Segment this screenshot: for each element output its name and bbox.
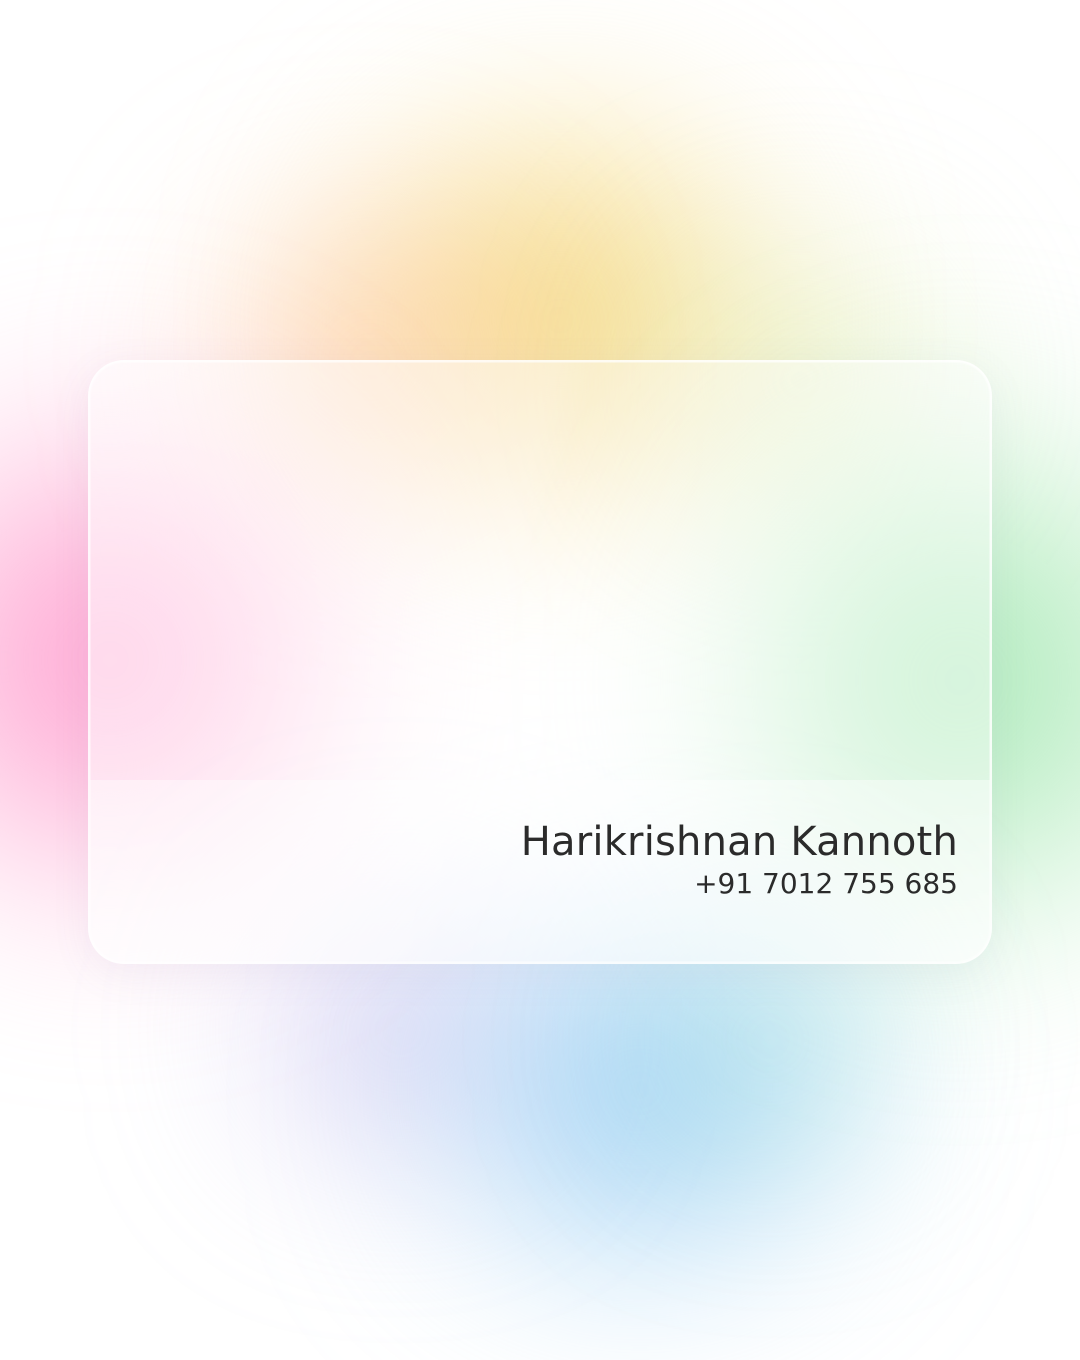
glass-card: Harikrishnan Kannoth +91 7012 755 685	[88, 360, 992, 964]
card-holder-name: Harikrishnan Kannoth	[520, 819, 958, 865]
card-holder-details: Harikrishnan Kannoth +91 7012 755 685	[521, 818, 958, 902]
card-holder-phone: +91 7012 755 685	[694, 867, 958, 900]
background-canvas: Harikrishnan Kannoth +91 7012 755 685	[0, 0, 1080, 1360]
